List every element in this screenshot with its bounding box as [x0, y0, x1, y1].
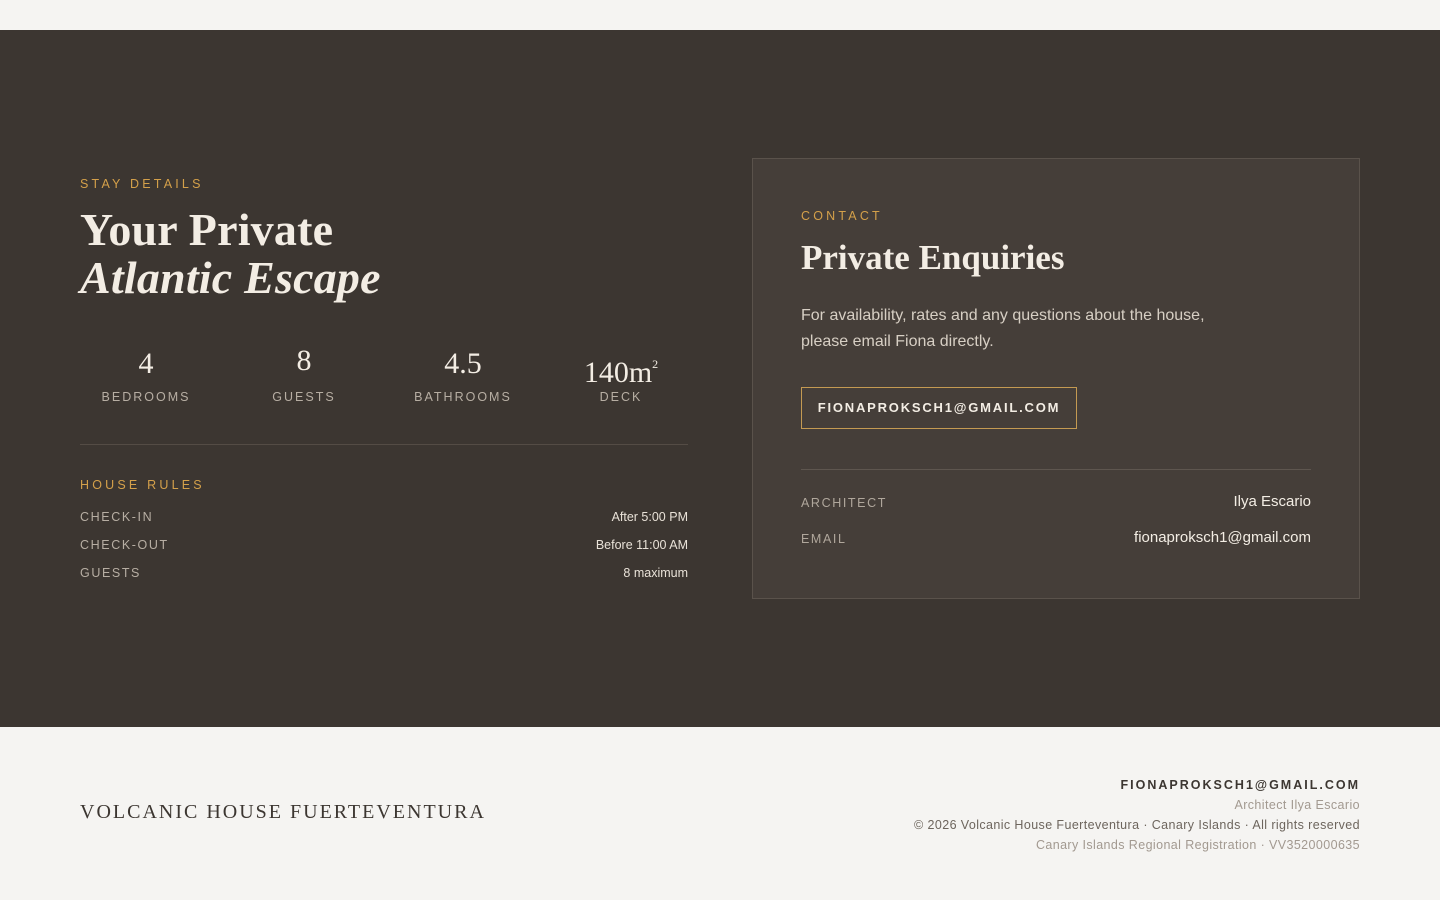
- divider: [80, 444, 688, 445]
- stay-details-section: STAY DETAILS Your Private Atlantic Escap…: [0, 30, 1440, 727]
- stat-deck-value: 140m: [583, 356, 653, 389]
- stat-value: 8: [296, 344, 312, 377]
- headline-line-2: Atlantic Escape: [80, 252, 381, 303]
- stat-bathrooms: 4.5 BATHROOMS: [393, 346, 533, 404]
- house-rule-row: CHECK-OUT Before 11:00 AM: [80, 538, 688, 558]
- contact-title: Private Enquiries: [801, 238, 1065, 277]
- contact-row-email: EMAIL fionaproksch1@gmail.com: [801, 529, 1311, 551]
- stat-deck: 140m2 DECK: [551, 346, 691, 404]
- rule-key: CHECK-IN: [80, 510, 154, 524]
- stat-label: BATHROOMS: [414, 390, 512, 404]
- stat-label: BEDROOMS: [101, 390, 191, 404]
- stat-bedrooms: 4 BEDROOMS: [76, 346, 216, 404]
- stat-deck-superscript: 2: [652, 357, 659, 371]
- house-rule-row: CHECK-IN After 5:00 PM: [80, 510, 688, 530]
- stat-value: 4.5: [444, 347, 482, 380]
- footer-architect: Architect Ilya Escario: [1234, 798, 1360, 812]
- contact-key: EMAIL: [801, 532, 847, 546]
- house-rules-kicker: HOUSE RULES: [80, 478, 205, 492]
- stat-guests: 8 GUESTS: [234, 344, 374, 405]
- rule-key: CHECK-OUT: [80, 538, 169, 552]
- contact-description: For availability, rates and any question…: [801, 307, 1205, 350]
- stay-stats: 4 BEDROOMS 8 GUESTS 4.5 BATHROOMS 140m2 …: [80, 346, 688, 406]
- stat-label: DECK: [599, 390, 643, 404]
- stat-value: 140m2: [551, 346, 691, 389]
- rule-key: GUESTS: [80, 566, 141, 580]
- rule-value: After 5:00 PM: [611, 510, 688, 524]
- contact-email-link[interactable]: fionaproksch1@gmail.com: [1134, 529, 1311, 546]
- footer-email-link[interactable]: FIONAPROKSCH1@GMAIL.COM: [914, 775, 1360, 795]
- footer-copyright: © 2026 Volcanic House Fuerteventura · Ca…: [914, 818, 1360, 832]
- contact-value: Ilya Escario: [1233, 493, 1311, 510]
- house-rule-row: GUESTS 8 maximum: [80, 566, 688, 586]
- email-button[interactable]: FIONAPROKSCH1@GMAIL.COM: [801, 387, 1077, 429]
- footer-info: FIONAPROKSCH1@GMAIL.COM Architect Ilya E…: [914, 775, 1360, 855]
- stay-details-kicker: STAY DETAILS: [80, 177, 204, 191]
- contact-key: ARCHITECT: [801, 496, 887, 510]
- headline-line-1: Your Private: [80, 204, 334, 255]
- stat-label: GUESTS: [272, 390, 336, 404]
- footer-brand: VOLCANIC HOUSE FUERTEVENTURA: [80, 801, 486, 823]
- top-bar: [0, 0, 1440, 30]
- contact-card: CONTACT Private Enquiries For availabili…: [752, 158, 1360, 599]
- footer-registration: Canary Islands Regional Registration · V…: [1035, 838, 1360, 852]
- stat-value: 4: [138, 347, 154, 380]
- divider: [801, 469, 1311, 470]
- rule-value: Before 11:00 AM: [595, 538, 688, 552]
- contact-row-architect: ARCHITECT Ilya Escario: [801, 493, 1311, 515]
- contact-kicker: CONTACT: [801, 209, 883, 223]
- stay-headline: Your Private Atlantic Escape: [80, 206, 381, 302]
- rule-value: 8 maximum: [623, 566, 688, 580]
